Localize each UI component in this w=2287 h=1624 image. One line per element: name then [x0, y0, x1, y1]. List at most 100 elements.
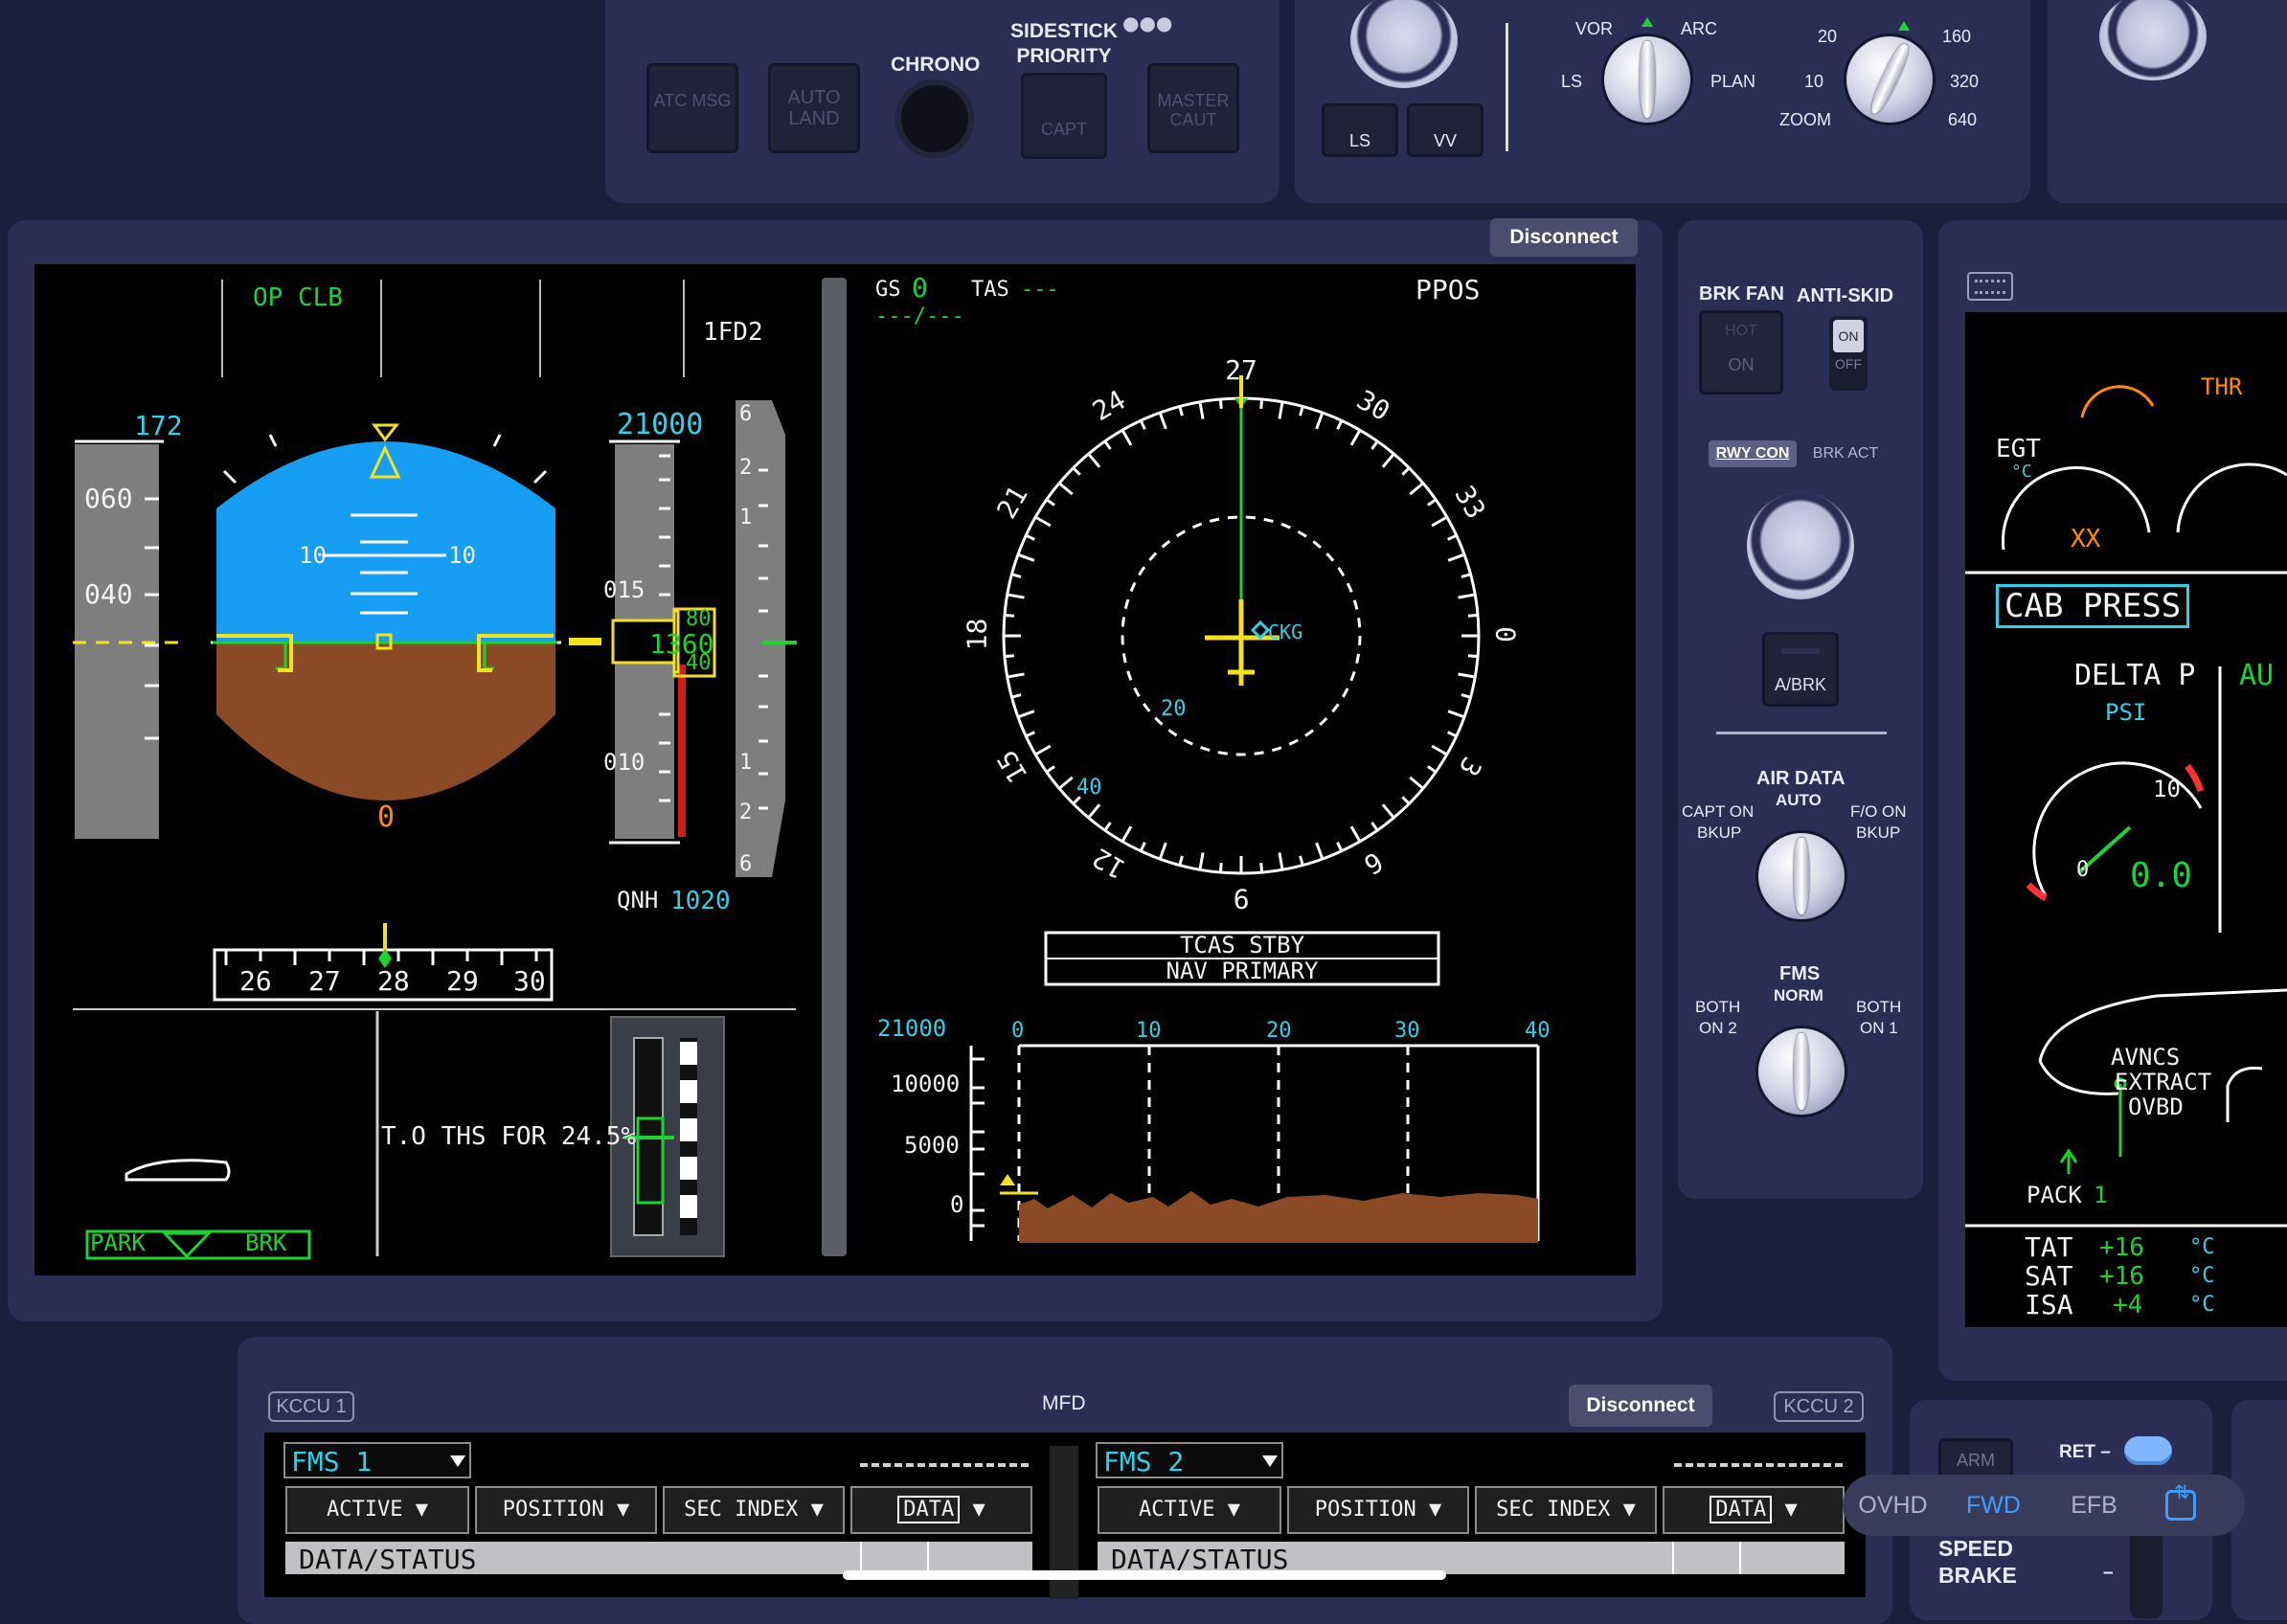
fms1-data-status-bar: DATA/STATUS — [285, 1542, 1032, 1575]
compass-tick — [1447, 731, 1458, 738]
fms2-data-status-bar: DATA/STATUS — [1098, 1542, 1845, 1575]
mfd-disconnect-button[interactable]: Disconnect — [1569, 1385, 1712, 1427]
brk-fan-on: ON — [1728, 355, 1755, 374]
vd-0: 0 — [950, 1191, 964, 1218]
vd-10000: 10000 — [891, 1071, 961, 1097]
alt-010: 010 — [603, 749, 645, 776]
fms2-active-tab[interactable]: ACTIVE ▼ — [1098, 1486, 1281, 1534]
thr-label: THR — [2201, 373, 2243, 400]
range-ring-20: 20 — [1161, 697, 1187, 721]
speed-060: 060 — [84, 483, 133, 514]
pitch-10-left: 10 — [299, 542, 327, 569]
vs-6-top: 6 — [739, 402, 753, 426]
more-dots-icon[interactable]: ●●● — [1122, 13, 1172, 33]
atc-msg-button[interactable]: ATC MSG — [646, 63, 738, 153]
brakes-divider — [1716, 732, 1887, 734]
compass-tick — [1087, 803, 1101, 819]
expand-arrow-icon: ⇅ — [2174, 1482, 2190, 1503]
speedbrake-handle[interactable] — [2124, 1436, 2172, 1465]
fms1-dropdown-icon — [450, 1455, 465, 1467]
vs-1-top: 1 — [739, 506, 753, 530]
compass-tick — [1431, 515, 1448, 528]
master-caut-button[interactable]: MASTER CAUT — [1147, 63, 1239, 153]
chrono-button[interactable] — [895, 79, 974, 158]
compass-tick — [1370, 440, 1379, 450]
auto-land-button[interactable]: AUTO LAND — [768, 63, 860, 153]
nd: GS 0 TAS --- ---/--- PPOS 27 30 33 0 3 6 9 12 15… — [847, 264, 1636, 1275]
tab-efb[interactable]: EFB — [2044, 1492, 2144, 1520]
tab-view-toggle[interactable]: ⇅ — [2144, 1475, 2245, 1536]
ls-button[interactable]: LS — [1322, 103, 1398, 157]
compass-tick — [1409, 776, 1424, 790]
anti-skid-switch[interactable]: ON OFF — [1829, 316, 1868, 391]
mode-ls-label: LS — [1561, 72, 1583, 91]
brake-selector-knob[interactable] — [1747, 492, 1854, 599]
vd-x-30: 30 — [1394, 1019, 1420, 1043]
vd-x-20: 20 — [1266, 1019, 1292, 1043]
range-640-label: 640 — [1948, 110, 1978, 129]
tab-fwd[interactable]: FWD — [1943, 1492, 2044, 1520]
air-data-selector[interactable] — [1758, 833, 1845, 919]
rwy-con-tab[interactable]: RWY CON — [1709, 440, 1797, 467]
compass-tick — [1045, 498, 1055, 507]
isa-value: +4 — [2113, 1291, 2143, 1320]
sidestick-priority-label: SIDESTICK PRIORITY — [1009, 20, 1118, 67]
compass-tick — [1467, 613, 1479, 618]
both-on2-b: ON 2 — [1699, 1019, 1737, 1037]
pack-number: 1 — [2094, 1182, 2108, 1208]
compass-tick — [1447, 533, 1458, 541]
gauge-10-label: 10 — [2153, 776, 2181, 802]
fms1-selector[interactable]: FMS 1 — [283, 1442, 471, 1478]
compass-tick — [1315, 412, 1325, 430]
brk-fan-button[interactable]: HOT ON — [1699, 310, 1783, 395]
compass-tick — [1158, 842, 1167, 860]
delta-p-value: 0.0 — [2130, 856, 2193, 895]
brk-act-tab[interactable]: BRK ACT — [1800, 440, 1891, 467]
waypoint-label: CKG — [1268, 620, 1303, 643]
fms1-sec-index-tab[interactable]: SEC INDEX ▼ — [663, 1486, 845, 1534]
pitch-10-right: 10 — [448, 542, 476, 569]
pfd-nd-divider — [822, 278, 847, 1256]
fms2-selector[interactable]: FMS 2 — [1096, 1442, 1283, 1478]
delta-p-label: DELTA P — [2074, 659, 2196, 692]
keyboard-icon[interactable] — [1967, 272, 2013, 301]
home-indicator[interactable] — [843, 1570, 1446, 1580]
compass-tick — [1259, 862, 1264, 873]
tab-ovhd[interactable]: OVHD — [1843, 1492, 1943, 1520]
fms1-data-tab[interactable]: DATA ▼ — [850, 1486, 1032, 1534]
fms2-data-tab[interactable]: DATA ▼ — [1663, 1486, 1845, 1534]
vv-button[interactable]: VV — [1407, 103, 1483, 157]
heading-26: 26 — [239, 965, 272, 997]
compass-tick — [1121, 825, 1133, 843]
compass-tick — [1427, 498, 1438, 507]
tat-unit: °C — [2189, 1235, 2215, 1259]
fms2-label: FMS 2 — [1103, 1446, 1185, 1477]
psi-label: PSI — [2105, 699, 2147, 726]
tat-value: +16 — [2099, 1233, 2144, 1262]
display-disconnect-button[interactable]: Disconnect — [1490, 218, 1638, 257]
pack-label: PACK — [2027, 1182, 2082, 1208]
tat-label: TAT — [2025, 1231, 2073, 1263]
compass-tick — [1461, 573, 1471, 578]
sat-value: +16 — [2099, 1262, 2144, 1291]
nd-range-selector[interactable] — [1846, 36, 1933, 123]
view-tab-bar: OVHD FWD EFB ⇅ — [1843, 1475, 2245, 1536]
compass-tick — [1467, 654, 1479, 659]
fms1-position-tab[interactable]: POSITION ▼ — [475, 1486, 657, 1534]
fms2-dropdown-icon — [1262, 1455, 1278, 1467]
fms2-position-tab[interactable]: POSITION ▼ — [1287, 1486, 1469, 1534]
compass-tick — [1025, 533, 1035, 541]
range-marker-icon — [1898, 21, 1910, 31]
fms2-sec-index-tab[interactable]: SEC INDEX ▼ — [1475, 1486, 1657, 1534]
sat-label: SAT — [2025, 1260, 2073, 1292]
fms-selector[interactable] — [1758, 1028, 1845, 1115]
vd-x-10: 10 — [1136, 1019, 1162, 1043]
capt-priority-button[interactable]: CAPT — [1021, 73, 1107, 159]
vd-x-40: 40 — [1525, 1019, 1551, 1043]
chrono-label: CHRONO — [891, 54, 981, 76]
fms1-dashes — [860, 1463, 1029, 1467]
park-label: PARK — [90, 1229, 146, 1256]
auto-brake-button[interactable]: A/BRK — [1762, 632, 1839, 707]
fms1-active-tab[interactable]: ACTIVE ▼ — [285, 1486, 469, 1534]
nd-mode-selector[interactable] — [1604, 36, 1690, 123]
